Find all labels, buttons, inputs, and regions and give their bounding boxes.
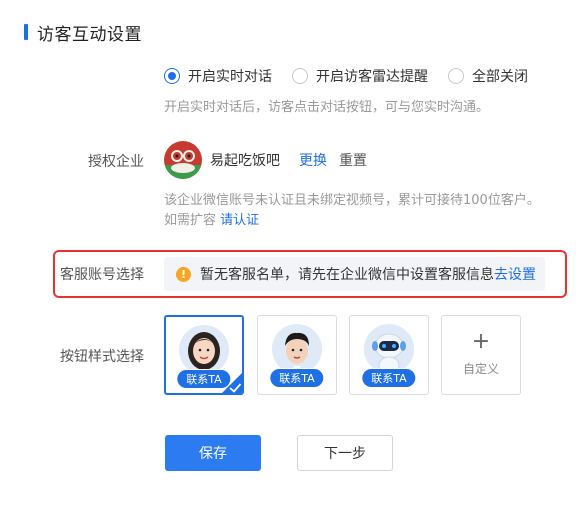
custom-label: 自定义 [462, 362, 499, 376]
robot-avatar-icon [364, 324, 414, 374]
contact-ta-label: 联系TA [361, 368, 417, 388]
enterprise-avatar [164, 141, 202, 179]
mode-hint: 开启实时对话后，访客点击对话按钮，可与您实时沟通。 [164, 100, 490, 115]
radio-checked-icon [164, 68, 180, 84]
button-style-label: 按钮样式选择 [60, 349, 144, 365]
female-agent-avatar-icon [179, 325, 229, 375]
enterprise-hint-2: 如需扩容 请认证 [164, 210, 259, 232]
mode-radio-group: 开启实时对话 开启访客雷达提醒 全部关闭 [164, 66, 548, 86]
radio-unchecked-icon [448, 68, 464, 84]
notice-text: 暂无客服名单，请先在企业微信中设置客服信息 [200, 267, 494, 283]
selected-check-icon [222, 373, 242, 393]
service-account-notice: ! 暂无客服名单，请先在企业微信中设置客服信息 去设置 [164, 257, 545, 291]
radio-label: 开启访客雷达提醒 [316, 69, 428, 85]
radio-all-off[interactable]: 全部关闭 [448, 66, 528, 86]
enterprise-name: 易起吃饭吧 [210, 153, 280, 169]
change-enterprise-link[interactable]: 更换 [299, 150, 327, 170]
radio-label: 全部关闭 [472, 69, 528, 85]
style-card-custom[interactable]: + 自定义 [441, 315, 521, 395]
radio-unchecked-icon [292, 68, 308, 84]
warning-icon: ! [176, 266, 191, 282]
contact-ta-label: 联系TA [269, 368, 325, 388]
go-setup-link[interactable]: 去设置 [494, 264, 536, 284]
section-title: 访客互动设置 [37, 24, 142, 45]
style-card-female[interactable]: 联系TA [164, 315, 244, 395]
style-card-robot[interactable]: 联系TA [349, 315, 429, 395]
section-header: 访客互动设置 [24, 20, 142, 45]
save-button[interactable]: 保存 [165, 435, 261, 471]
male-agent-avatar-icon [272, 324, 322, 374]
radio-visitor-radar[interactable]: 开启访客雷达提醒 [292, 66, 428, 86]
style-card-male[interactable]: 联系TA [257, 315, 337, 395]
hint-text: 如需扩容 [164, 213, 217, 228]
section-accent-bar [24, 24, 28, 40]
next-step-button[interactable]: 下一步 [297, 435, 393, 471]
reset-enterprise-link[interactable]: 重置 [339, 150, 367, 170]
certify-link[interactable]: 请认证 [220, 213, 259, 228]
enterprise-hint: 该企业微信账号未认证且未绑定视频号，累计可接待100位客户。 [164, 193, 540, 208]
enterprise-label: 授权企业 [88, 154, 144, 170]
plus-icon: + [471, 329, 491, 354]
service-account-label: 客服账号选择 [60, 267, 144, 283]
radio-label: 开启实时对话 [188, 69, 272, 85]
radio-realtime-chat[interactable]: 开启实时对话 [164, 66, 272, 86]
